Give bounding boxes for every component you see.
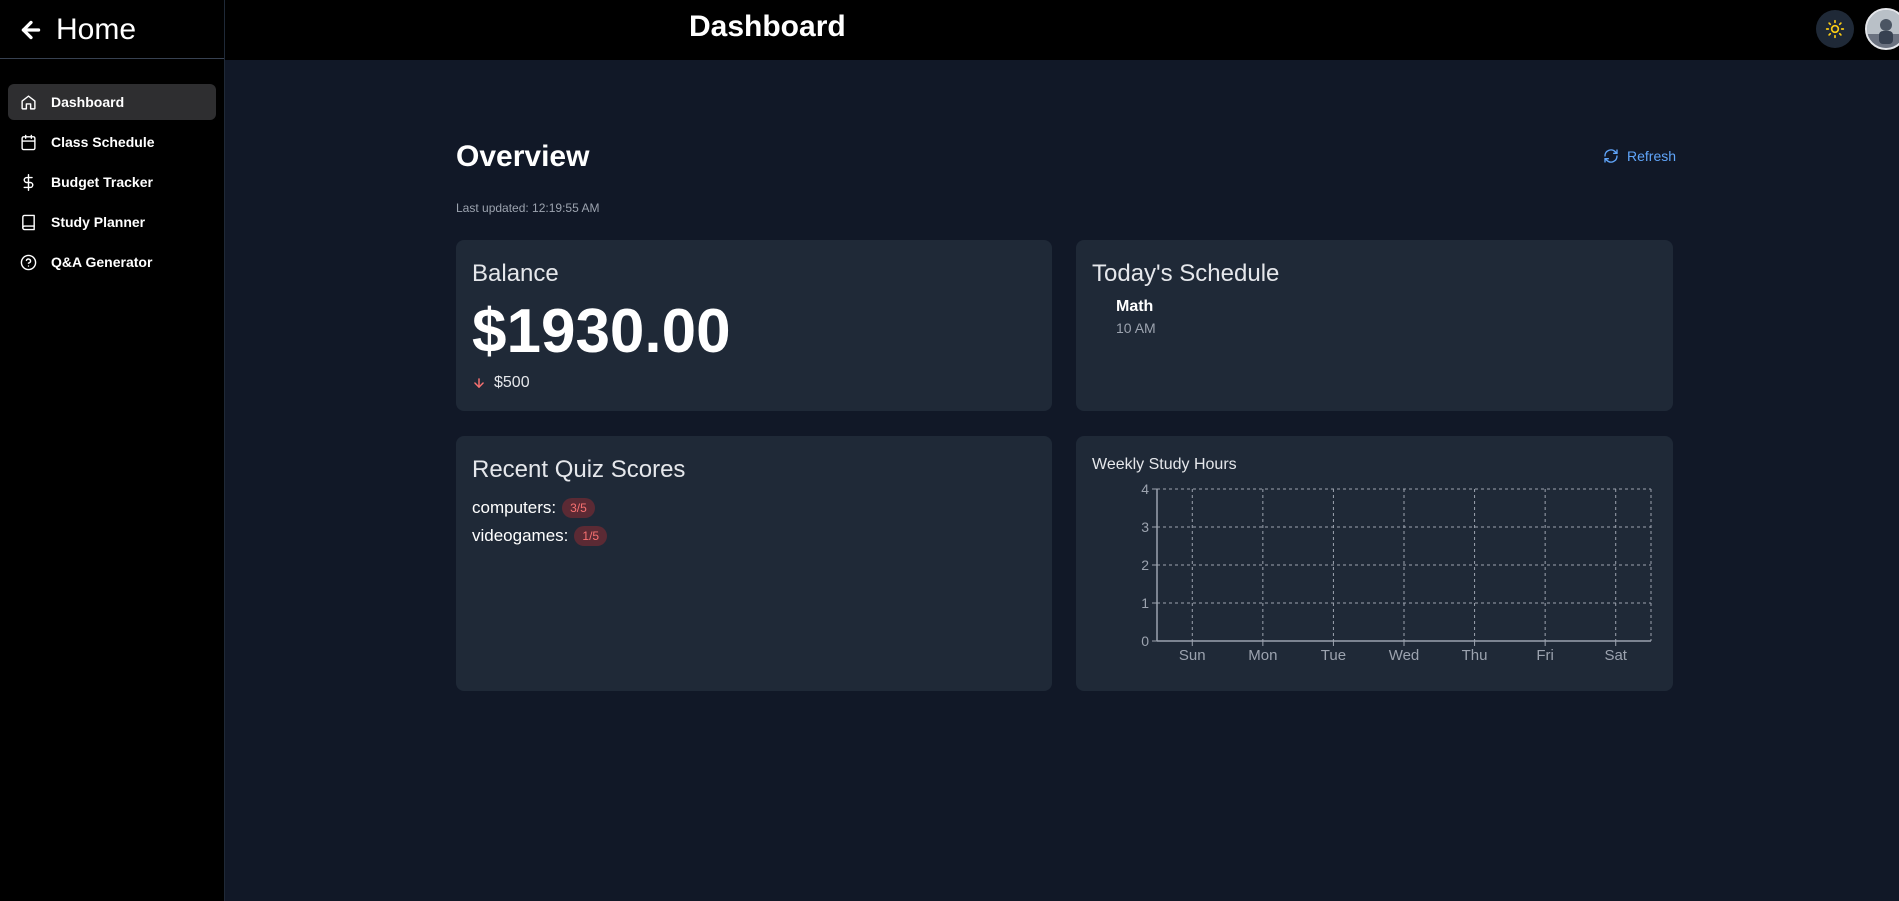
quiz-score-badge: 1/5	[574, 526, 608, 546]
sidebar-item-label: Study Planner	[51, 214, 146, 230]
user-avatar-icon	[1867, 10, 1899, 48]
quiz-list: computers: 3/5 videogames: 1/5	[472, 494, 608, 550]
overview-title: Overview	[456, 140, 590, 173]
y-tick-label: 0	[1141, 633, 1149, 649]
balance-amount: $1930.00	[472, 297, 731, 366]
sidebar-item-class-schedule[interactable]: Class Schedule	[8, 124, 216, 160]
x-tick-label: Thu	[1462, 647, 1488, 664]
help-circle-icon	[20, 254, 37, 270]
refresh-button[interactable]: Refresh	[1603, 148, 1676, 164]
x-tick-label: Fri	[1536, 647, 1554, 664]
x-tick-label: Sun	[1179, 647, 1206, 664]
balance-card: Balance $1930.00 $500	[456, 240, 1052, 411]
home-icon	[21, 94, 36, 110]
y-tick-label: 4	[1141, 481, 1149, 497]
quiz-topic: videogames:	[472, 526, 569, 545]
avatar[interactable]	[1865, 8, 1899, 50]
book-icon	[22, 214, 35, 230]
last-updated-text: Last updated: 12:19:55 AM	[456, 201, 600, 215]
weekly-study-card: Weekly Study Hours 0 1 2 3 4 Sun Mon Tue Wed Thu F…	[1076, 436, 1673, 691]
quiz-topic: computers:	[472, 498, 557, 517]
weekly-study-chart: 0 1 2 3 4 Sun Mon Tue Wed Thu Fri Sat	[1141, 481, 1652, 664]
schedule-card: Today's Schedule Math 10 AM	[1076, 240, 1673, 411]
theme-toggle-button[interactable]	[1816, 10, 1854, 48]
refresh-icon	[1604, 149, 1618, 163]
sidebar-item-qa-generator[interactable]: Q&A Generator	[8, 244, 216, 280]
dollar-icon	[23, 173, 34, 191]
x-tick-label: Wed	[1389, 647, 1420, 664]
quiz-title: Recent Quiz Scores	[472, 456, 686, 483]
sidebar: Home Dashboard Class Schedule Budget Tra…	[0, 0, 225, 901]
y-tick-label: 1	[1141, 595, 1149, 611]
quiz-card: Recent Quiz Scores computers: 3/5 videog…	[456, 436, 1052, 691]
home-link[interactable]: Home	[18, 10, 136, 50]
schedule-time: 10 AM	[1116, 320, 1156, 336]
schedule-title: Today's Schedule	[1092, 260, 1280, 287]
sidebar-nav: Dashboard Class Schedule Budget Tracker …	[8, 84, 216, 284]
arrow-down-icon	[474, 378, 484, 388]
x-tick-label: Sat	[1604, 647, 1627, 664]
quiz-score-badge: 3/5	[562, 498, 595, 518]
top-bar: Dashboard	[225, 0, 1899, 60]
schedule-subject: Math	[1116, 298, 1154, 315]
x-tick-label: Tue	[1321, 647, 1346, 664]
home-label: Home	[56, 13, 137, 46]
y-tick-label: 2	[1141, 557, 1149, 573]
sidebar-item-study-planner[interactable]: Study Planner	[8, 204, 216, 240]
sidebar-item-label: Class Schedule	[51, 134, 155, 150]
y-tick-label: 3	[1141, 519, 1149, 535]
sidebar-item-label: Budget Tracker	[51, 174, 153, 190]
sidebar-divider	[0, 58, 224, 59]
calendar-icon	[21, 134, 36, 150]
x-tick-label: Mon	[1248, 647, 1277, 664]
balance-change-value: $500	[494, 374, 530, 391]
refresh-label: Refresh	[1627, 148, 1677, 164]
page-title: Dashboard	[689, 10, 846, 43]
arrow-left-icon	[21, 20, 41, 40]
sidebar-item-dashboard[interactable]: Dashboard	[8, 84, 216, 120]
sidebar-item-label: Q&A Generator	[51, 254, 153, 270]
sidebar-item-budget-tracker[interactable]: Budget Tracker	[8, 164, 216, 200]
quiz-item: videogames: 1/5	[472, 522, 608, 550]
sun-icon	[1825, 19, 1845, 39]
balance-title: Balance	[472, 260, 559, 287]
sidebar-item-label: Dashboard	[51, 94, 125, 110]
balance-change: $500	[472, 374, 530, 392]
schedule-list: Math 10 AM	[1116, 298, 1156, 336]
quiz-item: computers: 3/5	[472, 494, 607, 522]
schedule-item: Math 10 AM	[1116, 298, 1156, 336]
